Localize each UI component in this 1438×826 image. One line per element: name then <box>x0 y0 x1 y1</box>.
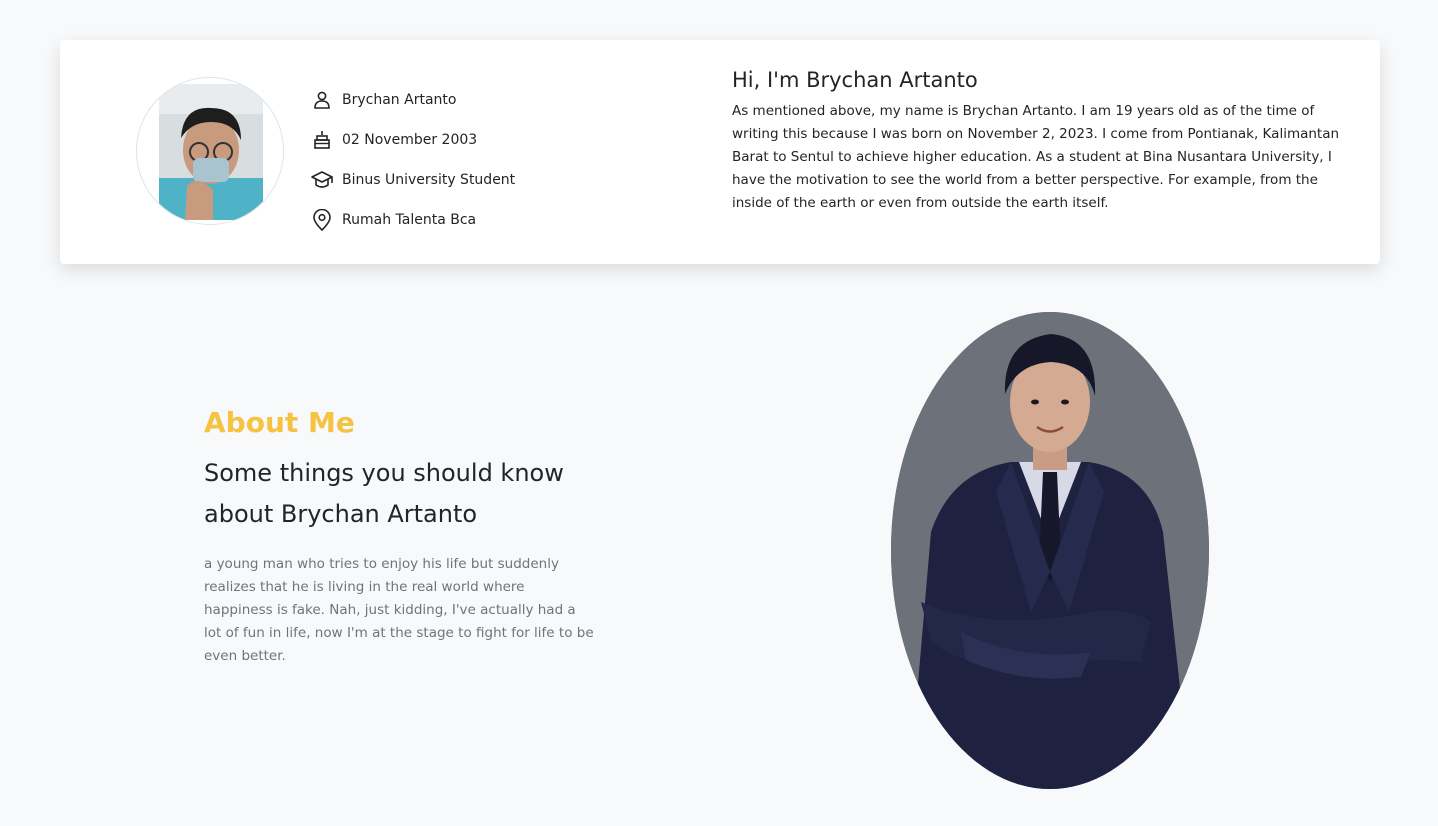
avatar <box>136 77 284 225</box>
intro-text: As mentioned above, my name is Brychan A… <box>732 103 1340 211</box>
intro-section: Hi, I'm Brychan Artanto As mentioned abo… <box>732 68 1352 215</box>
detail-name: Brychan Artanto <box>310 80 515 120</box>
intro-title: Hi, I'm Brychan Artanto <box>732 68 978 92</box>
portrait-photo <box>891 312 1209 789</box>
avatar-photo <box>137 78 283 224</box>
location-pin-icon <box>310 208 334 232</box>
detail-name-text: Brychan Artanto <box>342 92 457 108</box>
person-icon <box>310 88 334 112</box>
about-section: About Me Some things you should know abo… <box>204 406 594 668</box>
cake-icon <box>310 128 334 152</box>
portrait-illustration <box>891 312 1209 789</box>
profile-card: Brychan Artanto 02 November 2003 Binus U… <box>60 40 1380 264</box>
about-label: About Me <box>204 406 355 439</box>
profile-details: Brychan Artanto 02 November 2003 Binus U… <box>310 80 515 240</box>
detail-school: Binus University Student <box>310 160 515 200</box>
detail-birthday-text: 02 November 2003 <box>342 132 478 148</box>
detail-school-text: Binus University Student <box>342 172 516 188</box>
detail-location: Rumah Talenta Bca <box>310 200 515 240</box>
graduation-cap-icon <box>310 168 334 192</box>
detail-birthday: 02 November 2003 <box>310 120 515 160</box>
about-heading: Some things you should know about Brycha… <box>204 459 564 528</box>
about-text: a young man who tries to enjoy his life … <box>204 556 594 664</box>
detail-location-text: Rumah Talenta Bca <box>342 212 477 228</box>
